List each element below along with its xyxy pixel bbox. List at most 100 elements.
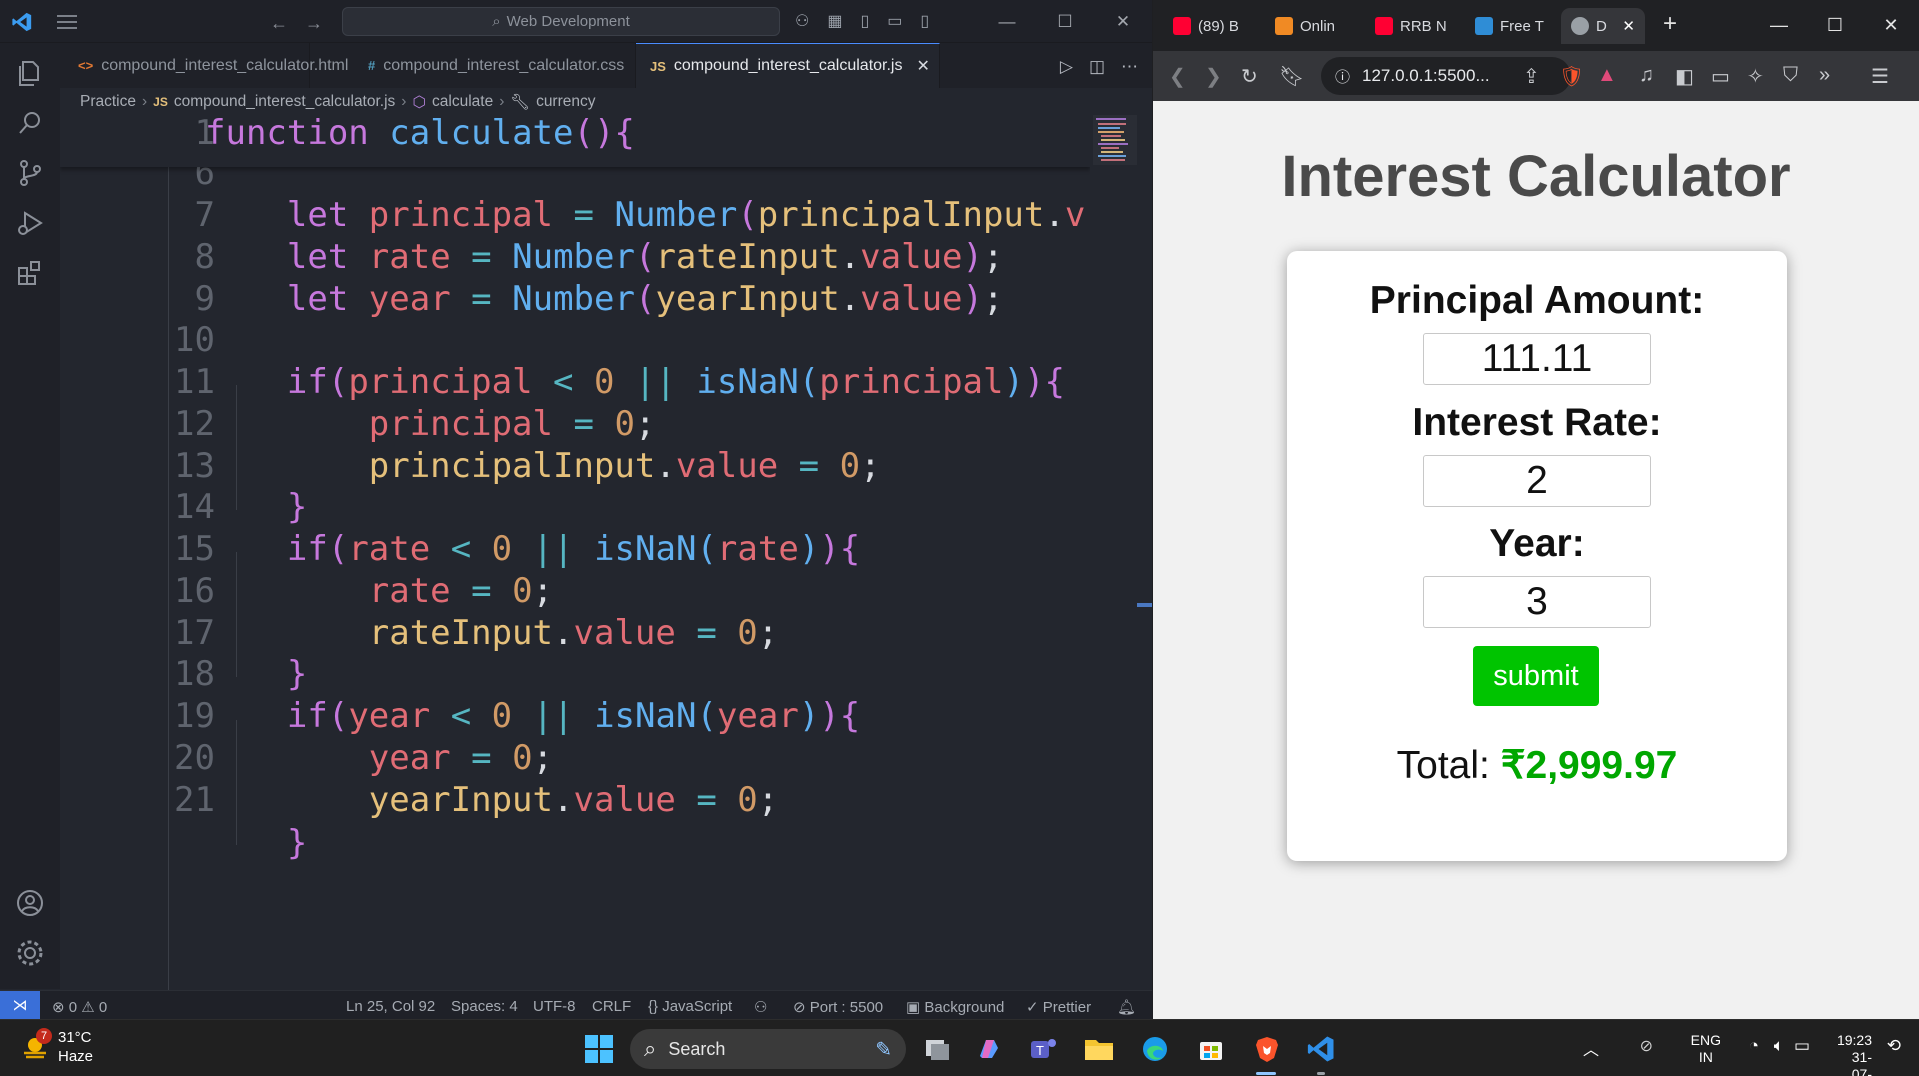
notification-center-icon[interactable]: ⟲: [1887, 1036, 1901, 1056]
encoding[interactable]: UTF-8: [533, 998, 576, 1015]
browser-tab[interactable]: Free T: [1475, 8, 1559, 44]
prettier-status[interactable]: ✓ Prettier: [1026, 998, 1091, 1016]
start-button[interactable]: [580, 1030, 618, 1068]
network-off-icon[interactable]: ⊘: [1640, 1036, 1653, 1056]
toggle-secondary-sidebar-icon[interactable]: ▯: [920, 11, 929, 31]
run-icon[interactable]: ▷: [1060, 57, 1073, 77]
clock-date: 31-07-2025: [1851, 1049, 1872, 1076]
close-icon[interactable]: ✕: [1094, 0, 1152, 43]
remote-indicator-icon[interactable]: ⋊: [0, 990, 40, 1019]
problems-indicator[interactable]: ⊗ 0 ⚠ 0: [52, 998, 107, 1016]
editor-tabs: <> compound_interest_calculator.html # c…: [60, 43, 1152, 88]
run-debug-icon[interactable]: [15, 208, 45, 238]
breadcrumb-function[interactable]: calculate: [432, 93, 493, 111]
split-editor-icon[interactable]: ◫: [1089, 57, 1105, 77]
show-hidden-icons-chevron-icon[interactable]: ︿: [1583, 1036, 1599, 1060]
battery-icon[interactable]: ▭: [1794, 1036, 1810, 1056]
brave-shields-icon[interactable]: 🛡︎: [1559, 64, 1584, 89]
share-icon[interactable]: ⇪: [1523, 64, 1540, 89]
input-language[interactable]: ENG IN: [1691, 1032, 1721, 1066]
brave-rewards-icon[interactable]: ▲: [1597, 64, 1617, 87]
taskbar-search[interactable]: ⌕ Search ✎: [630, 1029, 906, 1069]
language-mode[interactable]: {} JavaScript: [648, 998, 732, 1015]
weather-widget[interactable]: 7 31°C Haze: [20, 1028, 93, 1066]
sidebar-icon[interactable]: ◧: [1675, 64, 1694, 89]
breadcrumb-file[interactable]: compound_interest_calculator.js: [174, 93, 395, 111]
maximize-icon[interactable]: ☐: [1807, 0, 1863, 51]
more-actions-icon[interactable]: ⋯: [1121, 57, 1138, 77]
tab-css[interactable]: # compound_interest_calculator.css: [310, 43, 636, 88]
live-server-port[interactable]: ⊘ Port : 5500: [793, 998, 883, 1016]
site-favicon-icon: [1475, 17, 1493, 35]
wifi-icon[interactable]: ◔: [1749, 1036, 1759, 1056]
back-icon[interactable]: ❮: [1169, 64, 1186, 89]
browser-tab[interactable]: (89) B: [1173, 8, 1255, 44]
browser-tab[interactable]: RRB N: [1375, 8, 1459, 44]
breadcrumb-symbol[interactable]: currency: [536, 93, 595, 111]
forward-icon[interactable]: ❯: [1205, 64, 1222, 89]
volume-icon[interactable]: 🔈︎: [1774, 1036, 1784, 1056]
year-input[interactable]: 3: [1423, 576, 1651, 628]
brave-browser-icon[interactable]: [1248, 1030, 1286, 1068]
toggle-panel-icon[interactable]: ▭: [887, 11, 902, 31]
toggle-sidebar-icon[interactable]: ▯: [860, 11, 869, 31]
file-explorer-icon[interactable]: [1080, 1030, 1118, 1068]
layout-grid-icon[interactable]: ▦: [827, 11, 842, 31]
edge-icon[interactable]: [1136, 1030, 1174, 1068]
tab-html[interactable]: <> compound_interest_calculator.html: [60, 43, 348, 88]
teams-icon[interactable]: T: [1024, 1030, 1062, 1068]
copilot-icon[interactable]: [970, 1030, 1008, 1068]
background-tasks[interactable]: ▣ Background: [906, 998, 1004, 1016]
indentation[interactable]: Spaces: 4: [451, 998, 518, 1015]
extensions-overflow-icon[interactable]: »: [1819, 64, 1830, 87]
microsoft-store-icon[interactable]: [1192, 1030, 1230, 1068]
wallet-icon[interactable]: ▭: [1711, 64, 1730, 89]
command-center-label: Web Development: [506, 13, 630, 30]
bookmark-icon[interactable]: 🔖︎: [1279, 64, 1304, 89]
site-info-icon[interactable]: ⓘ: [1335, 66, 1350, 87]
cursor-position[interactable]: Ln 25, Col 92: [346, 998, 435, 1015]
settings-gear-icon[interactable]: [15, 938, 45, 968]
explorer-icon[interactable]: [15, 58, 45, 88]
media-icon[interactable]: ♫: [1639, 64, 1654, 87]
search-icon[interactable]: [15, 108, 45, 138]
back-arrow-icon[interactable]: ←: [270, 13, 288, 34]
editor-actions: ▷ ◫ ⋯: [1060, 57, 1138, 77]
minimize-icon[interactable]: —: [1751, 0, 1807, 51]
source-control-icon[interactable]: [15, 158, 45, 188]
menu-icon[interactable]: ☰: [1871, 64, 1889, 89]
submit-button[interactable]: submit: [1473, 646, 1599, 706]
minimap[interactable]: [1093, 115, 1137, 165]
task-view-icon[interactable]: [918, 1030, 956, 1068]
close-icon[interactable]: ✕: [1863, 0, 1919, 51]
copilot-status-icon[interactable]: ⚇: [754, 998, 767, 1016]
minimize-icon[interactable]: —: [978, 0, 1036, 43]
browser-tab[interactable]: Onlin: [1275, 8, 1359, 44]
principal-input[interactable]: 111.11: [1423, 333, 1651, 385]
extensions-icon[interactable]: [15, 258, 45, 288]
browser-tab-active[interactable]: D ✕: [1561, 8, 1645, 44]
copilot-icon[interactable]: ⚇: [795, 11, 809, 31]
rate-input[interactable]: 2: [1423, 455, 1651, 507]
close-tab-icon[interactable]: ✕: [1622, 17, 1635, 35]
maximize-icon[interactable]: ☐: [1036, 0, 1094, 43]
vpn-icon[interactable]: ⛉: [1783, 64, 1798, 87]
line-ending[interactable]: CRLF: [592, 998, 631, 1015]
forward-arrow-icon[interactable]: →: [305, 13, 323, 34]
vscode-taskbar-icon[interactable]: [1302, 1030, 1340, 1068]
new-tab-icon[interactable]: +: [1663, 10, 1677, 38]
breadcrumb-folder[interactable]: Practice: [80, 93, 136, 111]
reload-icon[interactable]: ↻: [1241, 64, 1258, 89]
close-tab-icon[interactable]: ✕: [916, 56, 929, 76]
hamburger-menu-icon[interactable]: [56, 13, 78, 31]
browser-tab-strip: (89) B Onlin RRB N Free T D ✕ + — ☐ ✕: [1153, 0, 1919, 51]
window-controls: — ☐ ✕: [978, 0, 1152, 43]
accounts-icon[interactable]: [15, 888, 45, 918]
clock[interactable]: 19:23 31-07-2025: [1837, 1032, 1872, 1076]
scrollbar-position-marker: [1137, 603, 1152, 607]
code-editor[interactable]: 6 7 let principal = Number(principalInpu…: [60, 115, 1090, 990]
command-center-search[interactable]: ⌕ Web Development: [342, 7, 780, 36]
tab-js[interactable]: JS compound_interest_calculator.js ✕: [636, 43, 940, 88]
leo-ai-icon[interactable]: ✧: [1747, 64, 1764, 89]
notifications-bell-icon[interactable]: 🔔︎: [1117, 998, 1136, 1016]
